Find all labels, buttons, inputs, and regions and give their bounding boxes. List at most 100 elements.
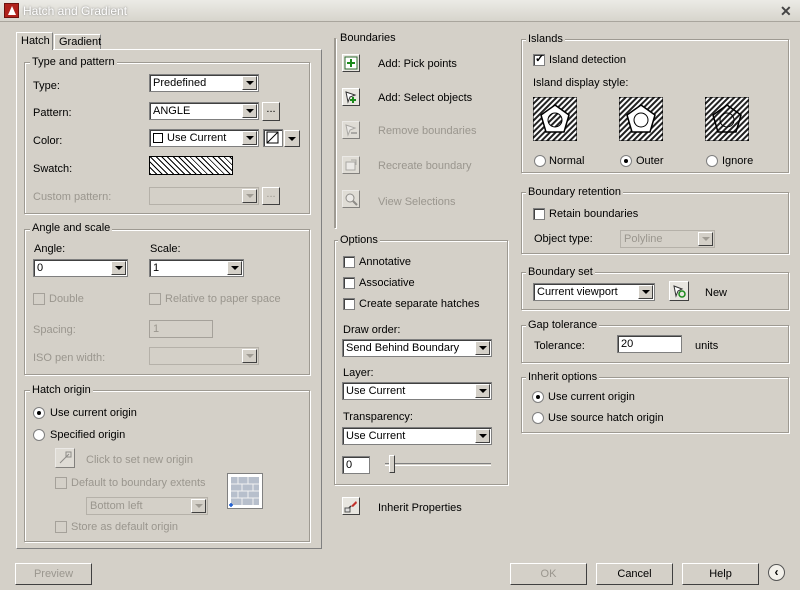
background-color-button[interactable] (263, 129, 283, 147)
pick-points-icon[interactable] (342, 54, 360, 72)
ignore-style-icon[interactable] (704, 96, 750, 142)
inherit-options-label: Inherit options (526, 371, 600, 383)
chevron-down-icon[interactable] (475, 429, 490, 443)
view-selections-icon[interactable] (342, 190, 360, 208)
object-type-label: Object type: (534, 233, 593, 245)
angle-combo[interactable]: 0 (33, 259, 128, 277)
remove-boundaries-button[interactable]: Remove boundaries (378, 125, 476, 137)
remove-boundaries-icon[interactable] (342, 121, 360, 139)
island-detection-label: Island detection (549, 54, 627, 66)
cancel-button[interactable]: Cancel (596, 563, 673, 585)
chevron-down-icon[interactable] (227, 261, 242, 275)
iso-pen-width-combo[interactable] (149, 347, 259, 365)
chevron-down-icon[interactable] (242, 349, 257, 363)
inherit-source-origin-radio[interactable] (532, 412, 544, 424)
preview-button[interactable]: Preview (15, 563, 92, 585)
transparency-combo[interactable]: Use Current (342, 427, 492, 445)
color-swatch-icon (153, 133, 163, 143)
background-color-dropdown[interactable] (284, 130, 300, 147)
retain-boundaries-checkbox[interactable] (533, 208, 545, 220)
view-selections-button[interactable]: View Selections (378, 196, 455, 208)
specified-origin-radio[interactable] (33, 429, 45, 441)
normal-label: Normal (549, 155, 585, 167)
annotative-label: Annotative (359, 256, 411, 268)
chevron-down-icon[interactable] (638, 285, 653, 299)
separate-hatches-checkbox[interactable] (343, 298, 355, 310)
close-icon[interactable]: ✕ (780, 3, 792, 20)
type-label: Type: (33, 80, 60, 92)
use-current-origin-radio[interactable] (33, 407, 45, 419)
layer-combo[interactable]: Use Current (342, 382, 492, 400)
new-boundary-set-icon[interactable] (669, 281, 689, 301)
inherit-current-origin-radio[interactable] (532, 391, 544, 403)
retain-boundaries-label: Retain boundaries (549, 208, 639, 220)
new-boundary-set-label: New (705, 287, 728, 299)
recreate-boundary-icon[interactable] (342, 156, 360, 174)
tab-gradient[interactable]: Gradient (54, 34, 101, 49)
outer-radio[interactable] (620, 155, 632, 167)
pattern-swatch[interactable] (149, 156, 233, 175)
collapse-options-icon[interactable]: ‹ (768, 564, 785, 581)
custom-pattern-label: Custom pattern: (33, 191, 112, 203)
pattern-combo[interactable]: ANGLE (149, 102, 259, 120)
click-set-origin-label: Click to set new origin (86, 454, 193, 466)
ignore-radio[interactable] (706, 155, 718, 167)
draw-order-combo[interactable]: Send Behind Boundary (342, 339, 492, 357)
chevron-down-icon[interactable] (242, 104, 257, 118)
help-button[interactable]: Help (682, 563, 759, 585)
inherit-options-group (521, 377, 789, 433)
normal-radio[interactable] (534, 155, 546, 167)
pattern-label: Pattern: (33, 107, 72, 119)
scale-combo[interactable]: 1 (149, 259, 244, 277)
outer-style-icon[interactable] (618, 96, 664, 142)
ok-button[interactable]: OK (510, 563, 587, 585)
relative-paper-space-checkbox[interactable] (149, 293, 161, 305)
chevron-down-icon[interactable] (242, 131, 257, 145)
inherit-source-origin-label: Use source hatch origin (548, 412, 664, 424)
relative-paper-space-label: Relative to paper space (165, 293, 281, 305)
recreate-boundary-button[interactable]: Recreate boundary (378, 160, 472, 172)
options-label: Options (338, 234, 380, 246)
pick-points-button[interactable]: Add: Pick points (378, 58, 457, 70)
color-combo[interactable]: Use Current (149, 129, 259, 147)
store-default-origin-checkbox[interactable] (55, 521, 67, 533)
inherit-current-origin-label: Use current origin (548, 391, 635, 403)
chevron-down-icon[interactable] (475, 341, 490, 355)
default-extents-checkbox[interactable] (55, 477, 67, 489)
double-checkbox[interactable] (33, 293, 45, 305)
island-detection-checkbox[interactable]: ✓ (533, 53, 545, 66)
boundary-set-combo[interactable]: Current viewport (533, 283, 655, 301)
chevron-down-icon[interactable] (111, 261, 126, 275)
use-current-origin-label: Use current origin (50, 407, 137, 419)
transparency-slider-track[interactable] (385, 463, 491, 466)
transparency-slider-thumb[interactable] (389, 455, 395, 473)
chevron-down-icon[interactable] (242, 189, 257, 203)
custom-pattern-browse-button[interactable]: ... (262, 187, 280, 205)
chevron-down-icon[interactable] (475, 384, 490, 398)
inherit-properties-button[interactable]: Inherit Properties (378, 502, 462, 514)
origin-position-combo[interactable]: Bottom left (86, 497, 208, 515)
pattern-browse-button[interactable]: ... (262, 102, 280, 121)
object-type-combo[interactable]: Polyline (620, 230, 715, 248)
normal-style-icon[interactable] (532, 96, 578, 142)
custom-pattern-combo[interactable] (149, 187, 259, 205)
chevron-down-icon[interactable] (191, 499, 206, 513)
inherit-properties-icon[interactable] (342, 497, 360, 515)
associative-checkbox[interactable] (343, 277, 355, 289)
chevron-down-icon[interactable] (242, 76, 257, 90)
spacing-input[interactable]: 1 (149, 320, 213, 338)
select-objects-button[interactable]: Add: Select objects (378, 92, 472, 104)
angle-label: Angle: (34, 243, 66, 255)
annotative-checkbox[interactable] (343, 256, 355, 268)
layer-label: Layer: (343, 367, 374, 379)
select-objects-icon[interactable] (342, 88, 360, 106)
associative-label: Associative (359, 277, 415, 289)
type-combo[interactable]: Predefined (149, 74, 259, 92)
set-origin-icon[interactable] (55, 448, 75, 468)
chevron-down-icon[interactable] (698, 232, 713, 246)
transparency-value-input[interactable]: 0 (342, 456, 370, 474)
tab-hatch[interactable]: Hatch (16, 32, 53, 50)
type-pattern-label: Type and pattern (30, 56, 117, 68)
color-label: Color: (33, 135, 63, 147)
tolerance-input[interactable]: 20 (617, 335, 682, 353)
